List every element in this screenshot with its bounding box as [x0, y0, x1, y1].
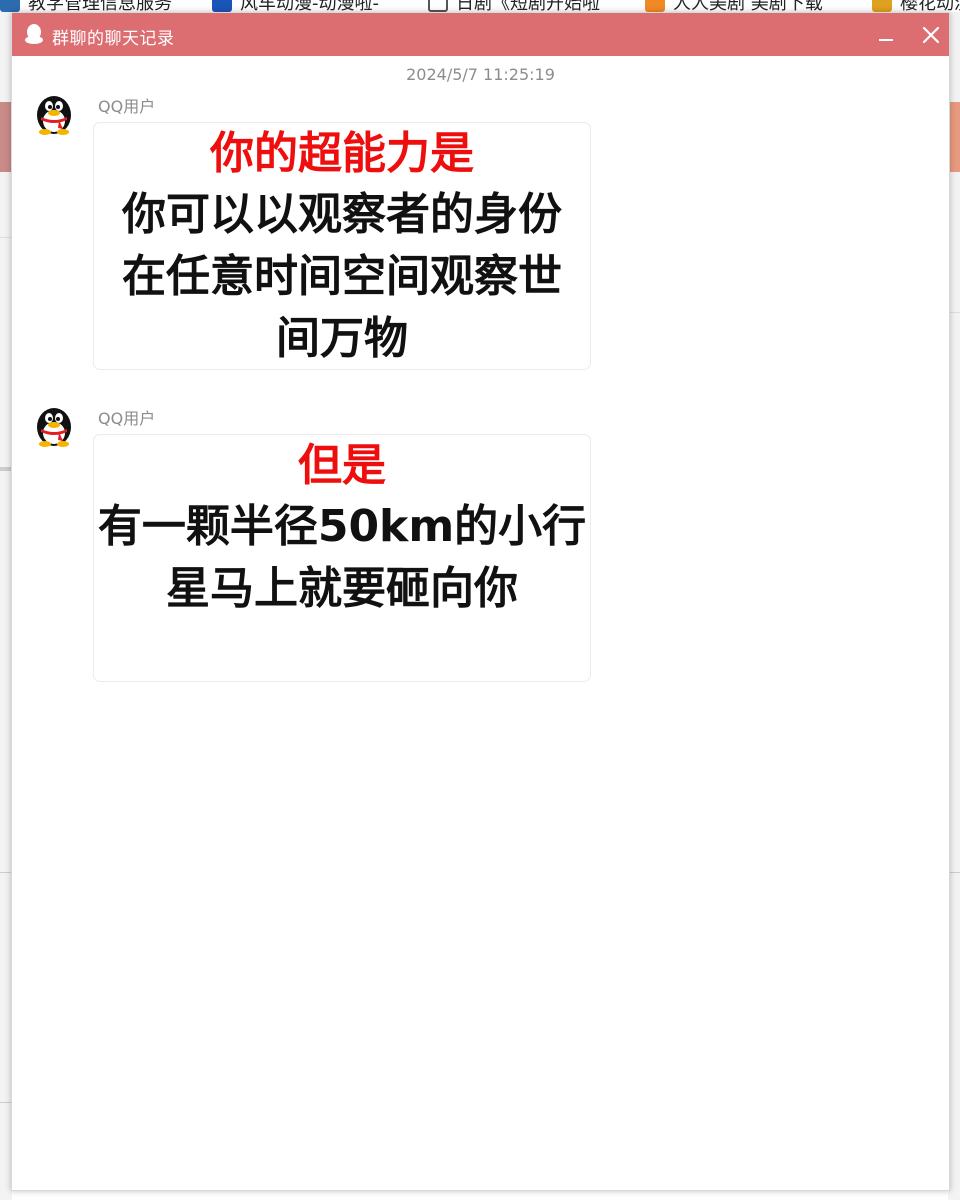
bookmark-item[interactable]: 日剧《短剧开始啦 — [428, 0, 600, 12]
body-line: 你可以以观察者的身份 — [122, 189, 562, 240]
bookmark-label: 教学管理信息服务 — [28, 0, 172, 12]
body-line: 星马上就要砸向你 — [166, 563, 518, 614]
sender-name: QQ用户 — [98, 409, 156, 428]
window-titlebar[interactable]: 群聊的聊天记录 — [12, 13, 949, 56]
message-timestamp: 2024/5/7 11:25:19 — [406, 65, 555, 84]
image-message-bubble[interactable]: 但是 有一颗半径50km的小行 星马上就要砸向你 — [93, 434, 591, 682]
bookmark-label: 日剧《短剧开始啦 — [456, 0, 600, 12]
bookmark-item[interactable]: 教学管理信息服务 — [0, 0, 172, 12]
highlight-text: 但是 — [298, 440, 386, 491]
minimize-button[interactable] — [872, 21, 900, 49]
image-message-bubble[interactable]: 你的超能力是 你可以以观察者的身份 在任意时间空间观察世 间万物 — [93, 122, 591, 370]
bookmark-item[interactable]: 风车动漫-动漫啦- — [212, 0, 379, 12]
bookmark-item[interactable]: 樱花动漫 — [872, 0, 960, 12]
bookmark-favicon-icon — [428, 0, 448, 12]
body-line: 间万物 — [276, 313, 408, 364]
chat-history-window: 群聊的聊天记录 2024/5/7 11:25:19 QQ用户 你的超能力是 你可… — [11, 12, 950, 1191]
close-icon — [922, 26, 940, 44]
body-line: 在任意时间空间观察世 — [122, 251, 562, 302]
body-line: 有一颗半径50km的小行 — [97, 501, 587, 552]
bookmark-favicon-icon — [645, 0, 665, 12]
qq-penguin-avatar-icon[interactable] — [32, 403, 76, 447]
bookmark-favicon-icon — [872, 0, 892, 12]
bookmark-favicon-icon — [212, 0, 232, 12]
bookmark-favicon-icon — [0, 0, 20, 12]
minimize-icon — [879, 39, 893, 41]
qq-penguin-avatar-icon[interactable] — [32, 91, 76, 135]
window-title: 群聊的聊天记录 — [52, 29, 175, 49]
sender-name: QQ用户 — [98, 97, 156, 116]
highlight-text: 你的超能力是 — [210, 128, 474, 179]
bookmark-label: 樱花动漫 — [900, 0, 960, 12]
qq-penguin-icon — [25, 24, 43, 44]
bookmark-item[interactable]: 人人美剧 美剧下载 — [645, 0, 823, 12]
bookmark-label: 人人美剧 美剧下载 — [673, 0, 823, 12]
close-button[interactable] — [917, 21, 945, 49]
background-bookmarks-bar: 教学管理信息服务 风车动漫-动漫啦- 日剧《短剧开始啦 人人美剧 美剧下载 樱花… — [0, 0, 960, 12]
bookmark-label: 风车动漫-动漫啦- — [240, 0, 379, 12]
